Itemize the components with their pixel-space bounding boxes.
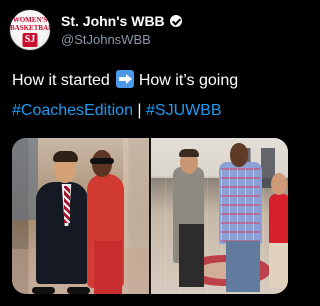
hashtag-coaches-edition[interactable]: #CoachesEdition: [12, 102, 133, 119]
coach-suit: [36, 182, 88, 284]
person-red-shirt: [269, 194, 288, 250]
tweet-text-started: How it started: [12, 72, 110, 89]
profile-avatar[interactable]: WOMEN'S BASKETBALL SJ: [9, 9, 51, 51]
then-photo[interactable]: [12, 138, 149, 294]
plaid-pattern: [221, 168, 260, 242]
tweet-text-line-1: How it started How it’s going: [12, 70, 288, 91]
tweet-header: WOMEN'S BASKETBALL SJ St. John's WBB @St…: [0, 0, 300, 56]
tweet-hashtag-line: #CoachesEdition | #SJUWBB: [12, 101, 288, 121]
coach-shoe: [32, 287, 55, 294]
coach-hair: [179, 149, 199, 157]
hashtag-separator: |: [137, 102, 142, 119]
player-red-pants: [94, 241, 122, 294]
coach-shoe: [67, 287, 90, 294]
coach-tie: [64, 186, 70, 223]
coach-head: [230, 143, 248, 167]
hashtag-sjuwbb[interactable]: #SJUWBB: [146, 102, 222, 119]
now-photo[interactable]: [151, 138, 288, 294]
right-arrow-icon: [115, 70, 134, 88]
person-head: [271, 173, 287, 195]
tweet-text-going: How it’s going: [138, 72, 239, 89]
avatar-logo-mark: SJ: [22, 33, 38, 47]
user-handle[interactable]: @StJohnsWBB: [61, 32, 281, 48]
person-khaki-pants: [269, 243, 288, 288]
coach-jeans: [226, 241, 260, 292]
display-name-row: St. John's WBB: [61, 12, 281, 30]
tweet-media-grid: [12, 138, 288, 294]
player-sunglasses: [90, 158, 114, 164]
photo-window: [12, 138, 38, 220]
coach-hair: [53, 151, 78, 162]
avatar-logo-text: WOMEN'S BASKETBALL: [10, 16, 50, 32]
coach-dark-pants: [179, 224, 204, 287]
display-name[interactable]: St. John's WBB: [61, 12, 165, 30]
verified-badge-icon: [169, 15, 182, 27]
user-meta: St. John's WBB @StJohnsWBB: [61, 12, 281, 48]
